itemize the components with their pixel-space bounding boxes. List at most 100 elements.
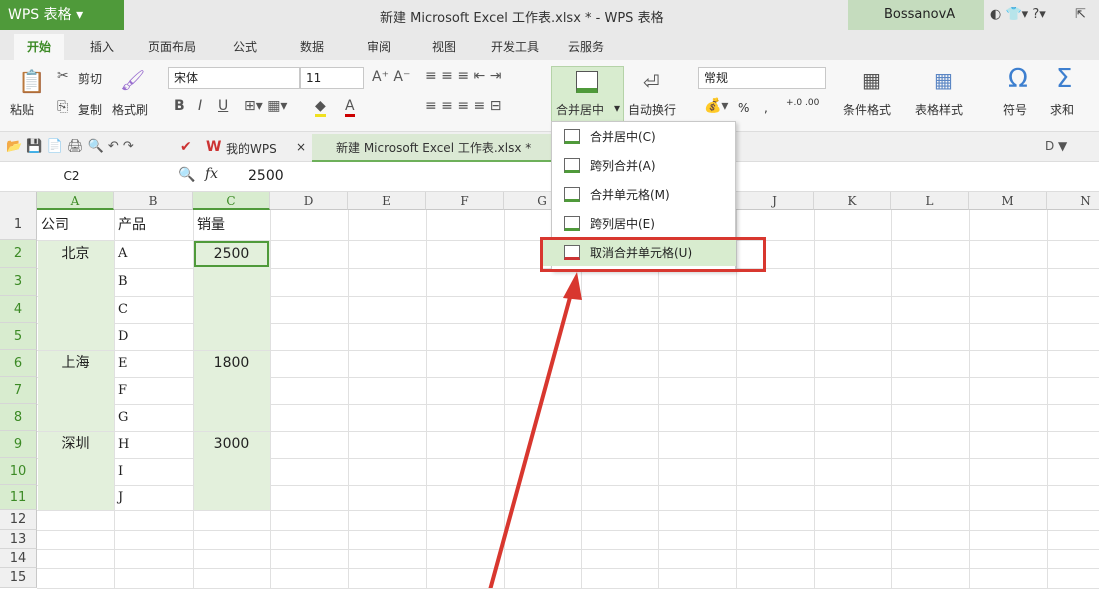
cell-A9[interactable]: 深圳 (37, 431, 114, 458)
sum-button[interactable]: 求和 (1050, 101, 1074, 118)
wrap-text-button[interactable]: 自动换行 (628, 101, 676, 118)
row-header-12[interactable]: 12 (0, 510, 37, 530)
fx-button[interactable]: fx (205, 166, 218, 182)
row-header-10[interactable]: 10 (0, 458, 37, 485)
align-left-icon[interactable]: ≡ ≡ ≡ ≡ ⊟ (425, 98, 501, 114)
user-account[interactable]: BossanovA (848, 0, 984, 30)
column-header-E[interactable]: E (348, 192, 426, 210)
cut-button[interactable]: 剪切 (78, 70, 102, 87)
paste-icon[interactable]: 📋 (18, 70, 45, 95)
column-header-K[interactable]: K (814, 192, 891, 210)
column-header-N[interactable]: N (1047, 192, 1099, 210)
tab-view[interactable]: 视图 (432, 38, 456, 55)
column-header-D[interactable]: D (270, 192, 348, 210)
column-header-B[interactable]: B (114, 192, 193, 210)
quick-access-icons[interactable]: 📂 💾 📄 🖨 🔍 ↶ ↷ (6, 139, 134, 154)
font-grow-icon[interactable]: A⁺ A⁻ (372, 69, 410, 85)
row-header-7[interactable]: 7 (0, 377, 37, 404)
underline-icon[interactable]: U (218, 98, 228, 114)
row-header-4[interactable]: 4 (0, 296, 37, 323)
row-header-6[interactable]: 6 (0, 350, 37, 377)
cell-B11[interactable]: J (114, 485, 193, 510)
font-select[interactable]: 宋体 (168, 67, 300, 89)
tab-data[interactable]: 数据 (300, 38, 324, 55)
font-color-icon[interactable]: A (345, 98, 355, 117)
decimal-icon[interactable]: +.0 .00 (786, 98, 819, 108)
copy-button[interactable]: 复制 (78, 101, 102, 118)
row-header-11[interactable]: 11 (0, 485, 37, 510)
cell-B7[interactable]: F (114, 377, 193, 404)
menu-item-merge-cells[interactable]: 合并单元格(M) (560, 182, 736, 208)
cell-B2[interactable]: A (114, 240, 193, 268)
name-box[interactable]: C2 (2, 166, 136, 188)
tab-developer[interactable]: 开发工具 (491, 38, 539, 55)
cell-B5[interactable]: D (114, 323, 193, 350)
cell-B1[interactable]: 产品 (114, 210, 193, 240)
cell-B10[interactable]: I (114, 458, 193, 485)
cell-B4[interactable]: C (114, 296, 193, 323)
menu-item-merge-center[interactable]: 合并居中(C) (560, 124, 736, 150)
select-all[interactable] (0, 192, 37, 210)
column-header-J[interactable]: J (736, 192, 814, 210)
cell-C6[interactable]: 1800 (193, 350, 270, 377)
column-header-L[interactable]: L (891, 192, 969, 210)
format-painter-button[interactable]: 格式刷 (112, 101, 148, 118)
cell-B6[interactable]: E (114, 350, 193, 377)
row-header-5[interactable]: 5 (0, 323, 37, 350)
bold-icon[interactable]: B (174, 98, 185, 114)
cell-C9[interactable]: 3000 (193, 431, 270, 458)
row-header-14[interactable]: 14 (0, 549, 37, 568)
symbol-button[interactable]: 符号 (1003, 101, 1027, 118)
skin-icon[interactable]: ◐ 👕▾ ?▾ (990, 7, 1046, 22)
cell-B8[interactable]: G (114, 404, 193, 431)
row-header-15[interactable]: 15 (0, 568, 37, 588)
number-format-select[interactable]: 常规 (698, 67, 826, 89)
menu-item-merge-across[interactable]: 跨列合并(A) (560, 153, 736, 179)
row-header-3[interactable]: 3 (0, 268, 37, 296)
tab-cloud[interactable]: 云服务 (568, 38, 604, 55)
paste-button[interactable]: 粘贴 (10, 101, 34, 118)
conditional-format-button[interactable]: 条件格式 (843, 101, 891, 118)
tab-home[interactable]: 开始 (14, 34, 64, 60)
italic-icon[interactable]: I (198, 98, 202, 114)
toolbar-extra-icons[interactable]: D ▼ (1045, 139, 1067, 153)
align-top-icon[interactable]: ≡ ≡ ≡ ⇤ ⇥ (425, 68, 501, 84)
fill-color-icon[interactable]: ◆ (315, 98, 326, 117)
tab-formula[interactable]: 公式 (233, 38, 257, 55)
font-size-select[interactable]: 11 (300, 67, 364, 89)
cell-A6[interactable]: 上海 (37, 350, 114, 377)
row-header-9[interactable]: 9 (0, 431, 37, 458)
row-header-8[interactable]: 8 (0, 404, 37, 431)
cell-B3[interactable]: B (114, 268, 193, 296)
cell-B9[interactable]: H (114, 431, 193, 458)
doc-tab-file[interactable]: 新建 Microsoft Excel 工作表.xlsx * (312, 134, 552, 162)
row-header-13[interactable]: 13 (0, 530, 37, 549)
window-title: 新建 Microsoft Excel 工作表.xlsx * - WPS 表格 (380, 11, 664, 26)
column-header-F[interactable]: F (426, 192, 504, 210)
app-menu-button[interactable]: WPS 表格 ▾ (0, 0, 124, 30)
currency-icon[interactable]: 💰▾ (704, 98, 728, 114)
column-header-C[interactable]: C (193, 192, 270, 210)
zoom-icon[interactable]: 🔍 (178, 167, 195, 183)
column-header-A[interactable]: A (37, 192, 114, 210)
restore-icon[interactable]: ⇱ (1075, 7, 1086, 22)
doc-tab-home[interactable]: 我的WPS (226, 140, 277, 157)
border-icon[interactable]: ⊞▾ ▦▾ (244, 98, 287, 114)
pin-icon[interactable]: ✔ (180, 139, 192, 155)
menu-item-center-across[interactable]: 跨列居中(E) (560, 211, 736, 237)
tab-review[interactable]: 审阅 (367, 38, 391, 55)
merge-center-button[interactable]: 合并居中 ▾ (551, 66, 624, 122)
cell-A2[interactable]: 北京 (37, 240, 114, 268)
comma-button[interactable]: , (764, 101, 768, 115)
tab-layout[interactable]: 页面布局 (148, 38, 196, 55)
close-icon[interactable]: × (296, 140, 306, 154)
tab-insert[interactable]: 插入 (90, 38, 114, 55)
table-style-button[interactable]: 表格样式 (915, 101, 963, 118)
cell-C1[interactable]: 销量 (193, 210, 270, 240)
percent-button[interactable]: % (738, 101, 749, 115)
cell-A1[interactable]: 公司 (37, 210, 114, 240)
row-header-2[interactable]: 2 (0, 240, 37, 268)
row-header-1[interactable]: 1 (0, 210, 37, 240)
highlight-box (540, 237, 766, 272)
column-header-M[interactable]: M (969, 192, 1047, 210)
